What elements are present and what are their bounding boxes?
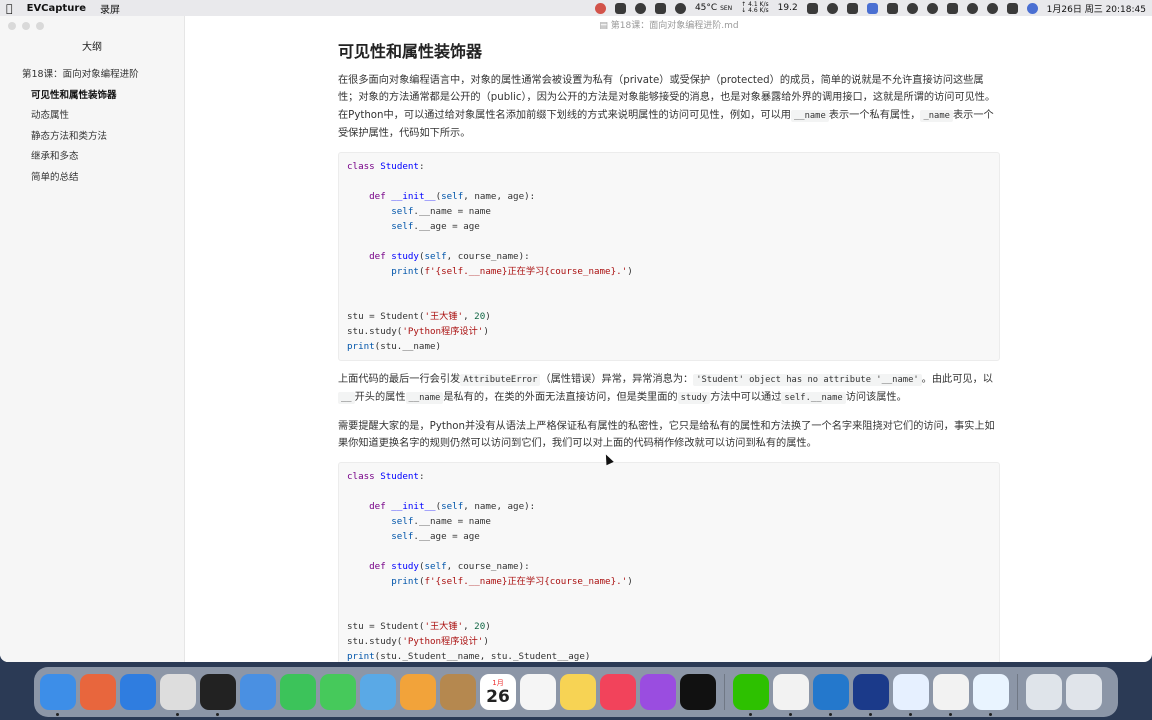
dock-finder-icon[interactable] bbox=[40, 674, 76, 716]
siri-icon[interactable] bbox=[1026, 2, 1038, 14]
clock[interactable]: 1月26日 周三 20:18:45 bbox=[1047, 2, 1146, 15]
dock-calendar-icon[interactable]: 1月 26 bbox=[480, 674, 516, 710]
running-indicator bbox=[56, 713, 59, 716]
dock-capture-icon[interactable] bbox=[853, 674, 889, 716]
minimize-button[interactable] bbox=[22, 22, 30, 30]
running-indicator bbox=[176, 713, 179, 716]
inline-code: AttributeError bbox=[460, 374, 541, 387]
running-indicator bbox=[749, 713, 752, 716]
code-block-2[interactable]: class Student: def __init__(self, name, … bbox=[338, 462, 1000, 662]
dock-safari-icon[interactable] bbox=[120, 674, 156, 710]
inline-code: study bbox=[677, 392, 711, 405]
wifi-icon[interactable] bbox=[966, 2, 978, 14]
app-menu-name[interactable]: EVCapture bbox=[27, 3, 86, 14]
outline-item[interactable]: 动态属性 bbox=[0, 106, 184, 127]
apple-menu-icon[interactable]:  bbox=[6, 2, 13, 15]
dock-reminders-icon[interactable] bbox=[520, 674, 556, 710]
scripts-icon[interactable] bbox=[886, 2, 898, 14]
running-indicator bbox=[869, 713, 872, 716]
temperature-readout[interactable]: 45°C SEN bbox=[695, 3, 732, 13]
outline-item[interactable]: 简单的总结 bbox=[0, 168, 184, 189]
control-center-icon[interactable] bbox=[1006, 2, 1018, 14]
doc-icon: ▤ bbox=[599, 21, 611, 31]
running-indicator bbox=[989, 713, 992, 716]
dock: 1月 26 bbox=[34, 667, 1118, 717]
inline-code: self.__name bbox=[781, 392, 846, 405]
inline-code: _name bbox=[920, 109, 953, 122]
dock-music-icon[interactable] bbox=[600, 674, 636, 710]
dock-apple-tv-icon[interactable] bbox=[680, 674, 716, 710]
dock-downloads-icon[interactable] bbox=[1026, 674, 1062, 710]
media-icon[interactable] bbox=[826, 2, 838, 14]
paragraph-2: 上面代码的最后一行会引发 AttributeError （属性错误）异常，异常消息为… bbox=[338, 374, 993, 405]
code-block-1[interactable]: class Student: def __init__(self, name, … bbox=[338, 152, 1000, 362]
dock-facetime-icon[interactable] bbox=[280, 674, 316, 710]
outline-sidebar: 大纲 第18课：面向对象编程进阶 可见性和属性装饰器 动态属性 静态方法和类方法… bbox=[0, 16, 185, 662]
dock-qq-browser-icon[interactable] bbox=[893, 674, 929, 716]
zoom-button[interactable] bbox=[36, 22, 44, 30]
battery-icon[interactable] bbox=[946, 2, 958, 14]
search-icon[interactable] bbox=[986, 2, 998, 14]
bluetooth-icon[interactable] bbox=[926, 2, 938, 14]
dock-chrome-icon[interactable] bbox=[160, 674, 196, 716]
dock-pycharm-icon[interactable] bbox=[973, 674, 1009, 716]
notification-icon[interactable] bbox=[634, 2, 646, 14]
outline-item-active[interactable]: 可见性和属性装饰器 bbox=[0, 86, 184, 107]
paragraph-3: 需要提醒大家的是，Python并没有从语法上严格保证私有属性的私密性，它只是给私… bbox=[338, 420, 995, 450]
running-indicator bbox=[216, 713, 219, 716]
inline-code: __name bbox=[791, 109, 829, 122]
typora-window: 大纲 第18课：面向对象编程进阶 可见性和属性装饰器 动态属性 静态方法和类方法… bbox=[0, 16, 1152, 662]
dock-vscode-icon[interactable] bbox=[813, 674, 849, 716]
section-heading: 可见性和属性装饰器 bbox=[338, 42, 483, 61]
dock-mail-icon[interactable] bbox=[240, 674, 276, 710]
dock-terminal-icon[interactable] bbox=[200, 674, 236, 716]
dock-launchpad-icon[interactable] bbox=[80, 674, 116, 710]
dock-trash-icon[interactable] bbox=[1066, 674, 1102, 710]
display-icon[interactable] bbox=[846, 2, 858, 14]
menu-item-record[interactable]: 录屏 bbox=[100, 1, 120, 16]
window-title: ▤ 第18课：面向对象编程进阶.md bbox=[599, 21, 739, 31]
editor-area[interactable]: ▤ 第18课：面向对象编程进阶.md 可见性和属性装饰器 在很多面向对象编程语言… bbox=[186, 16, 1152, 662]
dock-qq-icon[interactable] bbox=[933, 674, 969, 716]
outline-item[interactable]: 继承和多态 bbox=[0, 147, 184, 168]
mirror-icon[interactable] bbox=[866, 2, 878, 14]
paragraph-1: 在很多面向对象编程语言中，对象的属性通常会被设置为私有（private）或受保护… bbox=[338, 75, 996, 139]
menu-bar:  EVCapture 录屏 45°C SEN ↑ 4.1 K/s↓ 4.6 K… bbox=[0, 0, 1152, 16]
outline-item[interactable]: 第18课：面向对象编程进阶 bbox=[0, 65, 184, 86]
outline-heading: 大纲 bbox=[82, 42, 102, 53]
outline-item[interactable]: 静态方法和类方法 bbox=[0, 127, 184, 148]
window-controls bbox=[8, 22, 44, 30]
bird-icon[interactable] bbox=[806, 2, 818, 14]
dock-photos-icon[interactable] bbox=[400, 674, 436, 710]
calendar-day: 26 bbox=[486, 686, 510, 707]
dock-typora-icon[interactable] bbox=[773, 674, 809, 716]
dock-separator bbox=[724, 674, 725, 710]
running-indicator bbox=[829, 713, 832, 716]
dock-separator bbox=[1017, 674, 1018, 710]
location-icon[interactable] bbox=[614, 2, 626, 14]
evcapture-tray-icon[interactable] bbox=[594, 2, 606, 14]
dock-notes-icon[interactable] bbox=[560, 674, 596, 710]
screenshot-icon[interactable] bbox=[654, 2, 666, 14]
dock-maps-icon[interactable] bbox=[360, 674, 396, 710]
close-button[interactable] bbox=[8, 22, 16, 30]
inline-code: __ bbox=[338, 392, 355, 405]
dock-wechat-icon[interactable] bbox=[733, 674, 769, 716]
dock-podcasts-icon[interactable] bbox=[640, 674, 676, 710]
wechat-tray-icon[interactable] bbox=[674, 2, 686, 14]
inline-code: __name bbox=[405, 392, 444, 405]
running-indicator bbox=[909, 713, 912, 716]
dock-contacts-icon[interactable] bbox=[440, 674, 476, 710]
battery-readout[interactable]: 19.2 bbox=[778, 3, 798, 13]
running-indicator bbox=[789, 713, 792, 716]
inline-code: 'Student' object has no attribute '__nam… bbox=[693, 374, 922, 387]
network-speed[interactable]: ↑ 4.1 K/s ↓ 4.6 K/s bbox=[741, 2, 768, 14]
running-indicator bbox=[949, 713, 952, 716]
volume-icon[interactable] bbox=[906, 2, 918, 14]
dock-messages-icon[interactable] bbox=[320, 674, 356, 710]
outline-list: 第18课：面向对象编程进阶 可见性和属性装饰器 动态属性 静态方法和类方法 继承… bbox=[0, 65, 184, 188]
